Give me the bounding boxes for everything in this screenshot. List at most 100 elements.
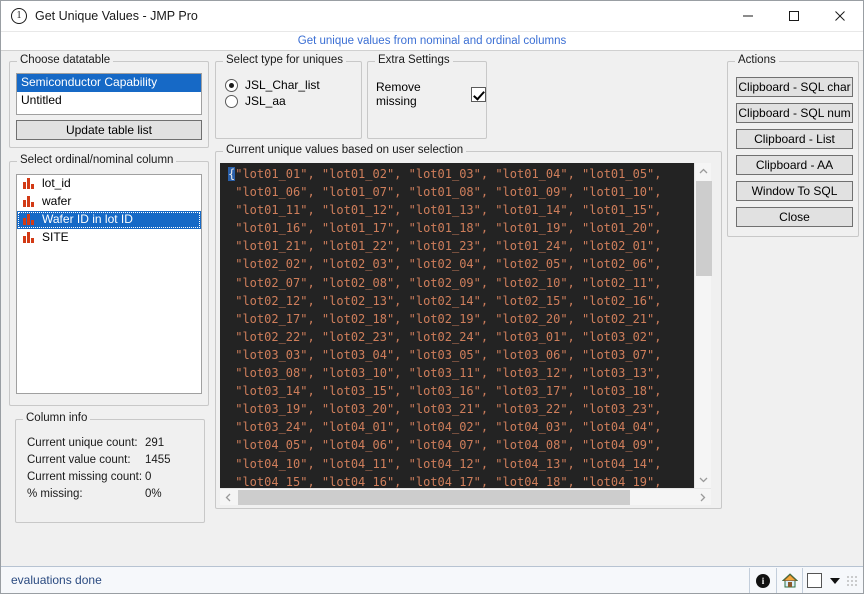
color-swatch-button[interactable] [802, 568, 826, 593]
dialog-body: Choose datatable Semiconductor Capabilit… [1, 51, 863, 566]
color-dropdown-button[interactable] [826, 568, 844, 593]
datatable-item-untitled[interactable]: Untitled [17, 92, 201, 110]
close-button[interactable] [817, 1, 863, 32]
dialog-subtitle: Get unique values from nominal and ordin… [297, 35, 567, 47]
datatable-item-label: Untitled [21, 93, 62, 107]
home-button[interactable] [776, 568, 802, 593]
select-column-title: Select ordinal/nominal column [17, 154, 177, 166]
clipboard-sql-num-button[interactable]: Clipboard - SQL num [736, 103, 853, 123]
unique-values-body: "lot01_01", "lot01_02", "lot01_03", "lot… [235, 167, 662, 488]
unique-count-label: Current unique count: [27, 437, 138, 449]
column-item-lot-id[interactable]: lot_id [17, 175, 201, 193]
missing-count-value: 0 [145, 471, 152, 483]
uniques-type-radio-group[interactable]: JSL_Char_list JSL_aa [225, 78, 320, 110]
percent-missing-value: 0% [145, 488, 162, 500]
window-to-sql-label: Window To SQL [751, 184, 838, 198]
info-button[interactable]: i [750, 568, 776, 593]
minimize-button[interactable] [725, 1, 771, 32]
column-item-label: lot_id [42, 176, 71, 190]
remove-missing-row[interactable]: Remove missing [376, 80, 486, 108]
app-icon: 1 [11, 8, 27, 24]
values-vertical-scroll-thumb[interactable] [696, 181, 712, 276]
clipboard-aa-button[interactable]: Clipboard - AA [736, 155, 853, 175]
resize-grip-icon[interactable] [846, 574, 858, 587]
radio-label: JSL_Char_list [245, 78, 320, 92]
value-count-value: 1455 [145, 454, 171, 466]
window-to-sql-button[interactable]: Window To SQL [736, 181, 853, 201]
column-item-label: Wafer ID in lot ID [42, 212, 133, 226]
get-unique-values-dialog: 1 Get Unique Values - JMP Pro Get unique… [0, 0, 864, 594]
column-item-site[interactable]: SITE [17, 229, 201, 247]
radio-button-icon [225, 94, 238, 108]
column-item-wafer-id-in-lot-id[interactable]: Wafer ID in lot ID [17, 211, 201, 229]
clipboard-sql-char-label: Clipboard - SQL char [738, 80, 851, 94]
update-table-list-button[interactable]: Update table list [16, 120, 202, 140]
chevron-down-icon [830, 577, 840, 584]
column-item-label: wafer [42, 194, 72, 208]
scroll-right-icon[interactable] [694, 489, 711, 506]
status-message: evaluations done [11, 573, 102, 587]
nominal-column-icon [23, 196, 36, 207]
column-info-rows: Current unique count: 291 Current value … [27, 435, 171, 503]
home-icon [781, 573, 798, 588]
radio-jsl-aa[interactable]: JSL_aa [225, 94, 320, 108]
choose-datatable-group: Choose datatable Semiconductor Capabilit… [9, 54, 209, 148]
column-info-row: Current value count: 1455 [27, 452, 171, 469]
unique-values-textarea[interactable]: {"lot01_01", "lot01_02", "lot01_03", "lo… [220, 163, 694, 488]
missing-count-label: Current missing count: [27, 471, 143, 483]
column-info-row: Current missing count: 0 [27, 469, 171, 486]
remove-missing-label: Remove missing [376, 80, 421, 108]
column-info-group: Column info Current unique count: 291 Cu… [15, 412, 205, 523]
clipboard-list-button[interactable]: Clipboard - List [736, 129, 853, 149]
scroll-up-icon[interactable] [695, 163, 712, 180]
remove-missing-checkbox[interactable] [471, 86, 486, 102]
choose-datatable-title: Choose datatable [17, 54, 114, 66]
values-horizontal-scroll-thumb[interactable] [238, 490, 630, 505]
white-square-icon [807, 573, 822, 588]
extra-settings-group: Extra Settings Remove missing [367, 54, 487, 139]
values-group-title: Current unique values based on user sele… [223, 144, 467, 156]
update-table-list-label: Update table list [65, 123, 153, 137]
close-dialog-button[interactable]: Close [736, 207, 853, 227]
nominal-column-icon [23, 214, 36, 225]
value-count-label: Current value count: [27, 454, 131, 466]
nominal-column-icon [23, 178, 36, 189]
info-icon: i [756, 573, 770, 588]
radio-jsl-char-list[interactable]: JSL_Char_list [225, 78, 320, 92]
radio-button-icon [225, 78, 238, 92]
clipboard-aa-label: Clipboard - AA [755, 158, 834, 172]
close-dialog-label: Close [779, 210, 810, 224]
datatable-listbox[interactable]: Semiconductor Capability Untitled [16, 73, 202, 115]
dialog-subtitle-banner: Get unique values from nominal and ordin… [1, 32, 863, 51]
title-bar: 1 Get Unique Values - JMP Pro [1, 1, 863, 32]
actions-group: Actions Clipboard - SQL char Clipboard -… [727, 54, 859, 237]
column-info-row: Current unique count: 291 [27, 435, 171, 452]
status-bar-tools: i [749, 568, 861, 593]
unique-values-text: {"lot01_01", "lot01_02", "lot01_03", "lo… [220, 163, 694, 488]
values-vertical-scrollbar[interactable] [694, 163, 712, 488]
select-type-group: Select type for uniques JSL_Char_list JS… [215, 54, 362, 139]
column-item-wafer[interactable]: wafer [17, 193, 201, 211]
actions-title: Actions [735, 54, 779, 66]
values-group: Current unique values based on user sele… [215, 144, 722, 509]
clipboard-sql-char-button[interactable]: Clipboard - SQL char [736, 77, 853, 97]
percent-missing-label: % missing: [27, 488, 83, 500]
column-info-row: % missing: 0% [27, 486, 171, 503]
select-type-title: Select type for uniques [223, 54, 346, 66]
status-bar: evaluations done i [1, 566, 863, 593]
unique-count-value: 291 [145, 437, 165, 449]
window-controls [725, 1, 863, 32]
window-title: Get Unique Values - JMP Pro [35, 9, 198, 23]
column-listbox[interactable]: lot_id wafer Wafer ID in lot ID SITE [16, 174, 202, 394]
select-column-group: Select ordinal/nominal column lot_id waf… [9, 154, 209, 406]
scroll-down-icon[interactable] [695, 471, 712, 488]
nominal-column-icon [23, 232, 36, 243]
datatable-item-semiconductor-capability[interactable]: Semiconductor Capability [17, 74, 201, 92]
maximize-button[interactable] [771, 1, 817, 32]
datatable-item-label: Semiconductor Capability [21, 75, 158, 89]
clipboard-list-label: Clipboard - List [754, 132, 835, 146]
values-horizontal-scrollbar[interactable] [220, 488, 711, 505]
scroll-left-icon[interactable] [220, 489, 237, 506]
column-item-label: SITE [42, 230, 69, 244]
extra-settings-title: Extra Settings [375, 54, 453, 66]
